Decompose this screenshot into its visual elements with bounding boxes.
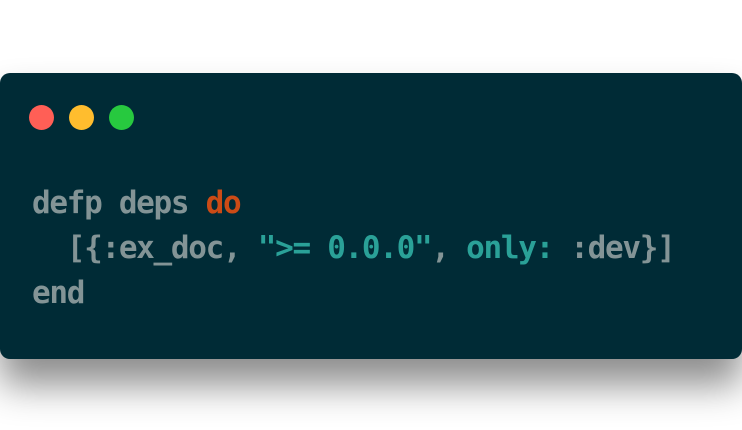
maximize-button-icon[interactable] bbox=[109, 105, 134, 130]
code-line-2: [{:ex_doc, ">= 0.0.0", only: :dev}] bbox=[32, 226, 676, 271]
code-open: [{:ex_doc, bbox=[32, 230, 258, 266]
code-key-only: only: bbox=[466, 230, 554, 266]
code-string: ">= 0.0.0" bbox=[257, 230, 433, 266]
code-line-1: defp deps do bbox=[32, 181, 674, 226]
code-keyword-do: do bbox=[205, 185, 242, 221]
close-button-icon[interactable] bbox=[29, 105, 54, 130]
code-line-3: end bbox=[32, 271, 674, 316]
code-window: defp deps do [{:ex_doc, ">= 0.0.0", only… bbox=[0, 73, 742, 359]
minimize-button-icon[interactable] bbox=[69, 105, 94, 130]
code-block: defp deps do [{:ex_doc, ">= 0.0.0", only… bbox=[32, 181, 676, 316]
code-comma: , bbox=[431, 230, 467, 266]
code-end: end bbox=[32, 275, 85, 311]
code-def: defp deps bbox=[32, 185, 206, 221]
code-rest: :dev}] bbox=[552, 230, 675, 266]
window-controls bbox=[29, 105, 134, 130]
